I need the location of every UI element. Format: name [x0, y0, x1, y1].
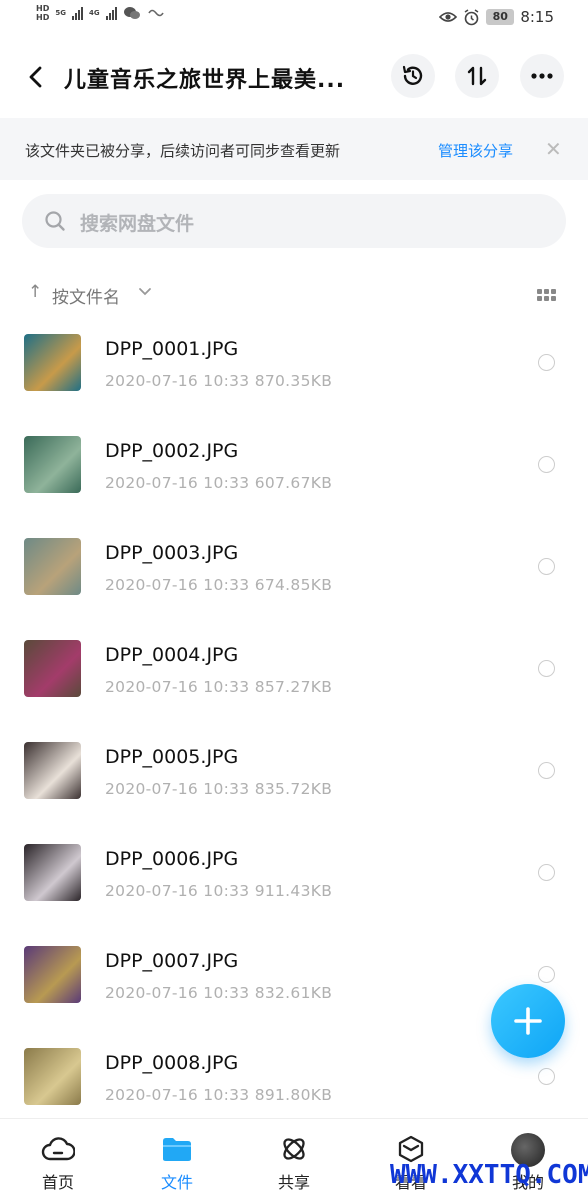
- select-radio[interactable]: [538, 966, 555, 983]
- file-meta: 2020-07-16 10:33 835.72KB: [105, 780, 333, 798]
- file-meta: 2020-07-16 10:33 607.67KB: [105, 474, 333, 492]
- file-meta: 2020-07-16 10:33 832.61KB: [105, 984, 333, 1002]
- select-radio[interactable]: [538, 762, 555, 779]
- close-icon[interactable]: ✕: [545, 137, 562, 161]
- sort-direction-icon[interactable]: ↑: [28, 282, 42, 302]
- swap-vertical-icon: [467, 66, 487, 86]
- nav-files[interactable]: 文件: [137, 1133, 217, 1193]
- file-thumbnail[interactable]: [24, 844, 81, 901]
- grid-view-icon[interactable]: [537, 289, 556, 301]
- history-icon: [402, 65, 423, 85]
- watermark-text: WWW.XXTTQ.COM: [390, 1160, 588, 1190]
- file-name: DPP_0004.JPG: [105, 644, 239, 666]
- file-meta: 2020-07-16 10:33 857.27KB: [105, 678, 333, 696]
- signal-icon: [71, 6, 83, 20]
- nav-home-label: 首页: [41, 1173, 74, 1192]
- status-bar: HD HD 5G 4G 80 8:15: [0, 0, 588, 36]
- file-thumbnail[interactable]: [24, 640, 81, 697]
- network-4g-label: 4G: [88, 8, 100, 17]
- hd-indicator: HD HD: [36, 4, 49, 22]
- file-thumbnail[interactable]: [24, 436, 81, 493]
- file-row[interactable]: DPP_0003.JPG 2020-07-16 10:33 674.85KB: [0, 532, 588, 634]
- history-button[interactable]: [391, 54, 435, 98]
- status-right: 80 8:15: [439, 8, 554, 26]
- file-name: DPP_0001.JPG: [105, 338, 239, 360]
- search-icon: [45, 211, 65, 231]
- signal-icon-2: [105, 6, 117, 20]
- file-thumbnail[interactable]: [24, 1048, 81, 1105]
- search-placeholder: 搜索网盘文件: [80, 213, 195, 235]
- file-name: DPP_0003.JPG: [105, 542, 239, 564]
- chevron-down-icon[interactable]: [138, 287, 152, 297]
- file-meta: 2020-07-16 10:33 911.43KB: [105, 882, 333, 900]
- file-meta: 2020-07-16 10:33 870.35KB: [105, 372, 333, 390]
- share-banner: 该文件夹已被分享，后续访问者可同步查看更新 管理该分享 ✕: [0, 118, 588, 180]
- manage-share-link[interactable]: 管理该分享: [438, 140, 513, 161]
- nav-home[interactable]: 首页: [18, 1133, 98, 1193]
- add-button[interactable]: [491, 984, 565, 1058]
- header: 儿童音乐之旅世界上最美...: [0, 48, 588, 108]
- folder-icon: [163, 1138, 191, 1161]
- plus-icon: [514, 1007, 542, 1035]
- back-arrow-icon: [29, 66, 42, 88]
- eye-icon: [439, 12, 458, 22]
- file-row[interactable]: DPP_0006.JPG 2020-07-16 10:33 911.43KB: [0, 838, 588, 940]
- file-thumbnail[interactable]: [24, 946, 81, 1003]
- select-radio[interactable]: [538, 1068, 555, 1085]
- file-row[interactable]: DPP_0002.JPG 2020-07-16 10:33 607.67KB: [0, 430, 588, 532]
- file-name: DPP_0002.JPG: [105, 440, 239, 462]
- page-title: 儿童音乐之旅世界上最美...: [64, 68, 346, 93]
- nav-share[interactable]: 共享: [254, 1133, 334, 1193]
- file-name: DPP_0006.JPG: [105, 848, 239, 870]
- hd-label-bottom: HD: [36, 13, 50, 22]
- status-left: HD HD 5G 4G: [36, 4, 165, 22]
- sort-bar: ↑ 按文件名: [0, 278, 588, 312]
- banner-text: 该文件夹已被分享，后续访问者可同步查看更新: [25, 142, 341, 160]
- file-name: DPP_0008.JPG: [105, 1052, 239, 1074]
- file-name: DPP_0005.JPG: [105, 746, 239, 768]
- select-radio[interactable]: [538, 354, 555, 371]
- alarm-icon: [464, 8, 479, 25]
- select-radio[interactable]: [538, 660, 555, 677]
- select-radio[interactable]: [538, 864, 555, 881]
- file-name: DPP_0007.JPG: [105, 950, 239, 972]
- share-orbit-icon: [283, 1138, 305, 1160]
- cloud-home-icon: [41, 1137, 75, 1161]
- select-radio[interactable]: [538, 558, 555, 575]
- more-button[interactable]: [520, 54, 564, 98]
- app-notification-icon: [147, 9, 164, 17]
- battery-icon: 80: [486, 9, 515, 25]
- nav-share-label: 共享: [277, 1173, 310, 1192]
- back-button[interactable]: [22, 62, 50, 92]
- file-thumbnail[interactable]: [24, 334, 81, 391]
- file-thumbnail[interactable]: [24, 742, 81, 799]
- search-input[interactable]: 搜索网盘文件: [22, 194, 566, 248]
- network-5g-label: 5G: [55, 8, 66, 17]
- sort-by-name-button[interactable]: 按文件名: [52, 283, 120, 308]
- file-thumbnail[interactable]: [24, 538, 81, 595]
- more-horizontal-icon: [531, 73, 553, 79]
- file-row[interactable]: DPP_0004.JPG 2020-07-16 10:33 857.27KB: [0, 634, 588, 736]
- transfer-sort-button[interactable]: [455, 54, 499, 98]
- file-row[interactable]: DPP_0005.JPG 2020-07-16 10:33 835.72KB: [0, 736, 588, 838]
- hd-label-top: HD: [36, 4, 50, 13]
- clock: 8:15: [520, 8, 554, 26]
- select-radio[interactable]: [538, 456, 555, 473]
- file-meta: 2020-07-16 10:33 891.80KB: [105, 1086, 333, 1104]
- file-row[interactable]: DPP_0001.JPG 2020-07-16 10:33 870.35KB: [0, 328, 588, 430]
- file-meta: 2020-07-16 10:33 674.85KB: [105, 576, 333, 594]
- wechat-icon: [123, 7, 140, 19]
- nav-files-label: 文件: [160, 1173, 193, 1192]
